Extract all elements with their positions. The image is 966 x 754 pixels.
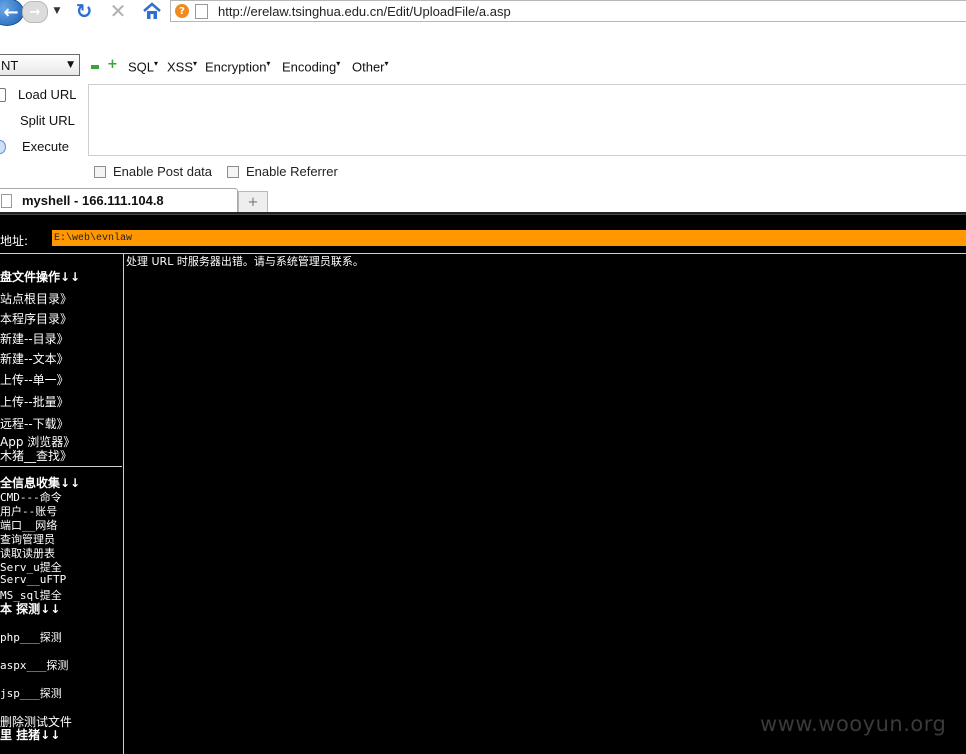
- forward-button[interactable]: →: [22, 1, 48, 23]
- hackbar-url-textarea[interactable]: [88, 84, 966, 156]
- hackbar-select[interactable]: NT ▼: [0, 54, 80, 76]
- address-bar[interactable]: ? http://erelaw.tsinghua.edu.cn/Edit/Upl…: [170, 0, 966, 22]
- frame-divider: [123, 253, 124, 754]
- sidebar-link[interactable]: aspx___探测: [0, 657, 68, 673]
- menu-other[interactable]: Other▾: [352, 59, 389, 74]
- watermark: www.wooyun.org: [760, 712, 947, 736]
- back-button[interactable]: ←: [0, 0, 24, 26]
- sidebar-link[interactable]: 上传--单一》: [0, 371, 69, 388]
- execute-icon: [0, 140, 6, 154]
- menu-xss-label: XSS: [167, 59, 194, 75]
- tab-myshell[interactable]: myshell - 166.111.104.8: [0, 188, 238, 212]
- enable-referrer-checkbox[interactable]: [227, 166, 239, 178]
- new-tab-button[interactable]: +: [238, 191, 268, 212]
- sidebar-link[interactable]: 新建--目录》: [0, 330, 69, 347]
- sidebar-link[interactable]: 新建--文本》: [0, 350, 69, 367]
- menu-sql[interactable]: SQL▾: [128, 59, 158, 74]
- sidebar-link[interactable]: php___探测: [0, 629, 62, 645]
- menu-encryption[interactable]: Encryption▾: [205, 59, 270, 74]
- home-icon[interactable]: [141, 0, 163, 22]
- page-icon: [1, 193, 12, 208]
- increase-icon[interactable]: +: [107, 58, 119, 72]
- path-value: E:\web\evnlaw: [54, 232, 133, 244]
- split-url-button[interactable]: Split URL: [20, 113, 75, 128]
- stop-icon[interactable]: ✕: [108, 0, 128, 23]
- page-icon: [195, 3, 208, 19]
- menu-encoding-label: Encoding: [282, 59, 337, 75]
- sidebar-link[interactable]: Serv__uFTP: [0, 573, 66, 586]
- sidebar-link[interactable]: 本程序目录》: [0, 310, 72, 327]
- path-input[interactable]: E:\web\evnlaw: [52, 230, 966, 246]
- load-url-button[interactable]: Load URL: [18, 87, 77, 102]
- divider: [0, 466, 122, 467]
- tab-title: myshell - 166.111.104.8: [22, 193, 164, 208]
- menu-encoding[interactable]: Encoding▾: [282, 59, 340, 74]
- menu-other-label: Other: [352, 59, 385, 75]
- decrease-icon[interactable]: [91, 65, 99, 69]
- sidebar-link[interactable]: 站点根目录》: [0, 290, 72, 307]
- sidebar-link[interactable]: jsp___探测: [0, 685, 62, 701]
- menu-xss[interactable]: XSS▾: [167, 59, 197, 74]
- sidebar-link[interactable]: 上传--批量》: [0, 393, 69, 410]
- section-header-disk-files: 盘文件操作↓↓: [0, 270, 81, 284]
- menu-encryption-label: Encryption: [205, 59, 267, 75]
- enable-post-checkbox[interactable]: [94, 166, 106, 178]
- enable-post-label: Enable Post data: [113, 164, 213, 179]
- section-header-trojan: 里 挂猪↓↓: [0, 728, 61, 742]
- history-dropdown-icon[interactable]: ▼: [50, 0, 64, 22]
- section-header-probe: 本 探测↓↓: [0, 602, 61, 616]
- tab-bar: myshell - 166.111.104.8 +: [0, 186, 966, 213]
- browser-toolbar: ← → ▼ ↻ ✕ ? http://erelaw.tsinghua.edu.c…: [0, 0, 966, 26]
- webshell-page: [0, 214, 966, 754]
- arrow-left-icon: ←: [3, 1, 19, 23]
- execute-button[interactable]: Execute: [22, 139, 69, 154]
- site-info-icon[interactable]: ?: [175, 4, 189, 18]
- hackbar-panel: NT ▼ + SQL▾ XSS▾ Encryption▾ Encoding▾ O…: [0, 52, 966, 186]
- hackbar-select-value: NT: [1, 57, 19, 73]
- arrow-right-icon: →: [29, 4, 41, 20]
- load-url-icon: [0, 88, 6, 102]
- server-error-message: 处理 URL 时服务器出错。请与系统管理员联系。: [126, 255, 364, 268]
- divider: [0, 214, 966, 215]
- url-text[interactable]: http://erelaw.tsinghua.edu.cn/Edit/Uploa…: [218, 4, 511, 19]
- enable-referrer-label: Enable Referrer: [246, 164, 338, 179]
- sidebar-link[interactable]: 远程--下载》: [0, 415, 69, 432]
- chevron-down-icon: ▼: [67, 60, 74, 70]
- menu-sql-label: SQL: [128, 59, 155, 75]
- address-label: 地址:: [0, 234, 29, 248]
- sidebar-link[interactable]: 木猪__查找》: [0, 447, 72, 464]
- refresh-icon[interactable]: ↻: [74, 0, 94, 23]
